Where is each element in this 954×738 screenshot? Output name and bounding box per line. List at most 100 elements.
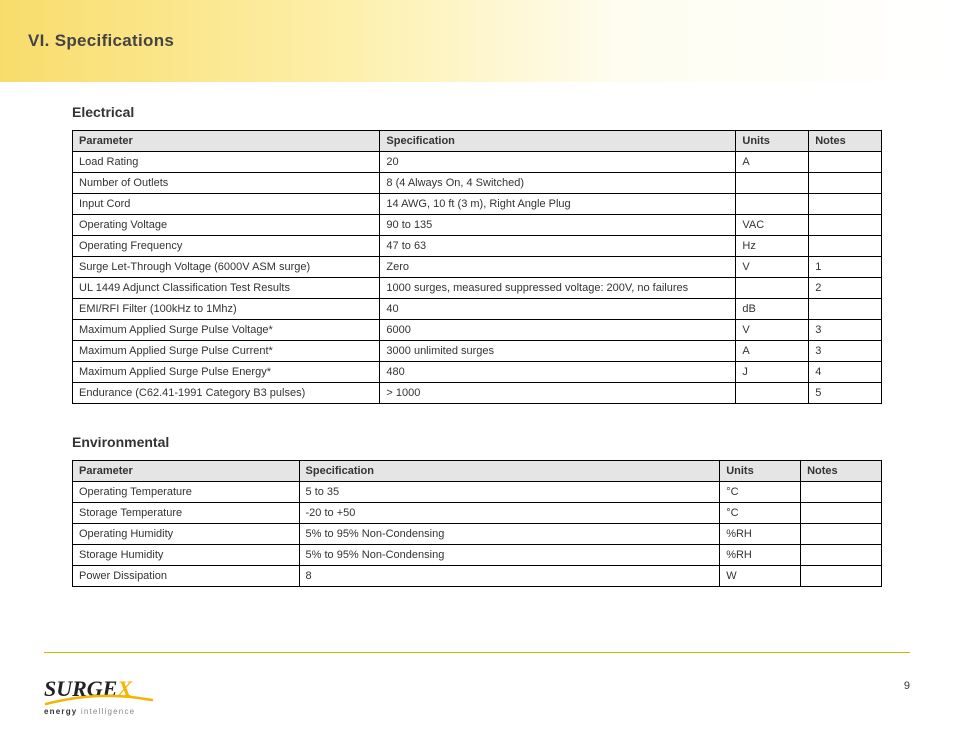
cell-notes: 1: [809, 257, 882, 278]
cell-units: [736, 173, 809, 194]
table-row: EMI/RFI Filter (100kHz to 1Mhz)40dB: [73, 299, 882, 320]
cell-parameter: Load Rating: [73, 152, 380, 173]
cell-units: Hz: [736, 236, 809, 257]
cell-notes: [809, 194, 882, 215]
cell-notes: [809, 236, 882, 257]
cell-notes: [809, 299, 882, 320]
cell-specification: 8 (4 Always On, 4 Switched): [380, 173, 736, 194]
cell-notes: [801, 566, 882, 587]
page-content: Electrical Parameter Specification Units…: [0, 82, 954, 738]
cell-parameter: Maximum Applied Surge Pulse Current*: [73, 341, 380, 362]
cell-units: W: [720, 566, 801, 587]
cell-specification: 5% to 95% Non-Condensing: [299, 545, 720, 566]
cell-units: dB: [736, 299, 809, 320]
cell-parameter: Storage Humidity: [73, 545, 300, 566]
cell-units: VAC: [736, 215, 809, 236]
cell-specification: 90 to 135: [380, 215, 736, 236]
table-header-row: Parameter Specification Units Notes: [73, 461, 882, 482]
footer-rule: [44, 652, 910, 653]
cell-specification: 47 to 63: [380, 236, 736, 257]
cell-parameter: Storage Temperature: [73, 503, 300, 524]
electrical-spec-table: Parameter Specification Units Notes Load…: [72, 130, 882, 404]
cell-parameter: Number of Outlets: [73, 173, 380, 194]
table-row: Endurance (C62.41-1991 Category B3 pulse…: [73, 383, 882, 404]
cell-parameter: Endurance (C62.41-1991 Category B3 pulse…: [73, 383, 380, 404]
col-specification: Specification: [380, 131, 736, 152]
table-header-row: Parameter Specification Units Notes: [73, 131, 882, 152]
table-row: Operating Humidity5% to 95% Non-Condensi…: [73, 524, 882, 545]
tagline-word-1: energy: [44, 707, 77, 716]
cell-units: %RH: [720, 545, 801, 566]
cell-specification: 20: [380, 152, 736, 173]
cell-specification: 1000 surges, measured suppressed voltage…: [380, 278, 736, 299]
cell-parameter: Maximum Applied Surge Pulse Voltage*: [73, 320, 380, 341]
cell-parameter: Surge Let-Through Voltage (6000V ASM sur…: [73, 257, 380, 278]
col-parameter: Parameter: [73, 131, 380, 152]
cell-specification: 40: [380, 299, 736, 320]
cell-specification: 14 AWG, 10 ft (3 m), Right Angle Plug: [380, 194, 736, 215]
cell-parameter: Input Cord: [73, 194, 380, 215]
cell-notes: [809, 215, 882, 236]
table-row: Load Rating20A: [73, 152, 882, 173]
col-units: Units: [720, 461, 801, 482]
cell-parameter: Operating Voltage: [73, 215, 380, 236]
cell-specification: > 1000: [380, 383, 736, 404]
tagline-word-2: intelligence: [81, 707, 135, 716]
table-row: Number of Outlets8 (4 Always On, 4 Switc…: [73, 173, 882, 194]
cell-notes: 2: [809, 278, 882, 299]
cell-specification: 8: [299, 566, 720, 587]
table-row: Operating Frequency47 to 63Hz: [73, 236, 882, 257]
cell-specification: 5% to 95% Non-Condensing: [299, 524, 720, 545]
table-row: Operating Temperature5 to 35°C: [73, 482, 882, 503]
page-title: VI. Specifications: [28, 31, 174, 51]
cell-notes: [801, 503, 882, 524]
cell-units: [736, 194, 809, 215]
cell-specification: Zero: [380, 257, 736, 278]
col-parameter: Parameter: [73, 461, 300, 482]
page-header-banner: VI. Specifications: [0, 0, 954, 82]
table-row: Maximum Applied Surge Pulse Energy*480J4: [73, 362, 882, 383]
section-title-environmental: Environmental: [72, 434, 882, 450]
cell-parameter: Power Dissipation: [73, 566, 300, 587]
cell-units: [736, 383, 809, 404]
cell-specification: -20 to +50: [299, 503, 720, 524]
col-specification: Specification: [299, 461, 720, 482]
cell-parameter: Operating Humidity: [73, 524, 300, 545]
cell-notes: 4: [809, 362, 882, 383]
cell-units: °C: [720, 482, 801, 503]
brand-swoosh-icon: [44, 698, 154, 704]
table-row: Storage Temperature-20 to +50°C: [73, 503, 882, 524]
cell-parameter: UL 1449 Adjunct Classification Test Resu…: [73, 278, 380, 299]
cell-notes: [801, 482, 882, 503]
cell-parameter: Maximum Applied Surge Pulse Energy*: [73, 362, 380, 383]
cell-units: °C: [720, 503, 801, 524]
table-row: Maximum Applied Surge Pulse Voltage*6000…: [73, 320, 882, 341]
cell-units: V: [736, 257, 809, 278]
environmental-spec-table: Parameter Specification Units Notes Oper…: [72, 460, 882, 587]
cell-parameter: Operating Frequency: [73, 236, 380, 257]
cell-units: V: [736, 320, 809, 341]
col-notes: Notes: [809, 131, 882, 152]
table-row: Storage Humidity5% to 95% Non-Condensing…: [73, 545, 882, 566]
cell-specification: 480: [380, 362, 736, 383]
table-row: Input Cord14 AWG, 10 ft (3 m), Right Ang…: [73, 194, 882, 215]
cell-specification: 5 to 35: [299, 482, 720, 503]
cell-notes: [801, 524, 882, 545]
col-notes: Notes: [801, 461, 882, 482]
cell-notes: 3: [809, 341, 882, 362]
cell-notes: [809, 152, 882, 173]
page-footer: 9 SURGEX energy intelligence: [0, 652, 954, 738]
cell-parameter: Operating Temperature: [73, 482, 300, 503]
table-row: Power Dissipation8W: [73, 566, 882, 587]
cell-notes: 3: [809, 320, 882, 341]
section-title-electrical: Electrical: [72, 104, 882, 120]
page-number: 9: [904, 680, 910, 692]
cell-notes: [801, 545, 882, 566]
cell-notes: [809, 173, 882, 194]
table-row: Operating Voltage90 to 135VAC: [73, 215, 882, 236]
cell-units: A: [736, 341, 809, 362]
cell-specification: 6000: [380, 320, 736, 341]
cell-parameter: EMI/RFI Filter (100kHz to 1Mhz): [73, 299, 380, 320]
cell-units: J: [736, 362, 809, 383]
cell-units: %RH: [720, 524, 801, 545]
